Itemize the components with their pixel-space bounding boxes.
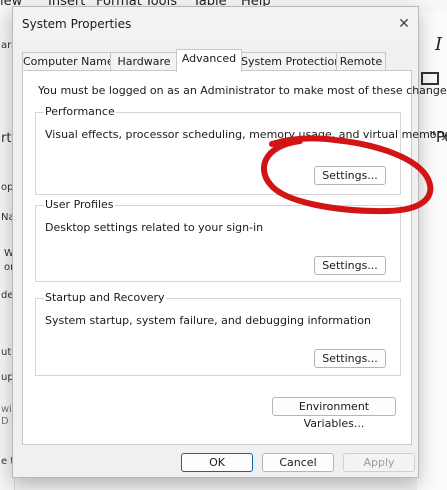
admin-note: You must be logged on as an Administrato…: [38, 84, 447, 97]
performance-group: Performance Visual effects, processor sc…: [35, 105, 447, 195]
italic-button[interactable]: I: [435, 34, 442, 55]
apply-button[interactable]: Apply: [343, 453, 415, 472]
startup-recovery-title: Startup and Recovery: [44, 291, 166, 304]
user-profiles-settings-button[interactable]: Settings...: [314, 256, 386, 275]
advanced-tab-panel: You must be logged on as an Administrato…: [22, 70, 447, 445]
performance-title: Performance: [44, 105, 116, 118]
startup-recovery-description: System startup, system failure, and debu…: [45, 314, 371, 327]
dialog-title: System Properties: [22, 17, 132, 31]
cancel-button[interactable]: Cancel: [262, 453, 334, 472]
environment-variables-button[interactable]: Environment Variables...: [272, 397, 396, 430]
close-icon[interactable]: ✕: [394, 15, 414, 33]
dialog-titlebar[interactable]: System Properties ✕: [13, 7, 418, 39]
user-profiles-group: User Profiles Desktop settings related t…: [35, 198, 401, 282]
left-snippet: D: [1, 416, 9, 427]
performance-settings-button[interactable]: Settings...: [314, 166, 386, 185]
tab-computer-name[interactable]: Computer Name: [22, 52, 114, 71]
tab-advanced[interactable]: Advanced: [176, 49, 242, 72]
tab-remote[interactable]: Remote: [336, 52, 386, 71]
system-properties-dialog: System Properties ✕ Computer Name Hardwa…: [12, 6, 447, 478]
startup-recovery-settings-button[interactable]: Settings...: [314, 349, 386, 368]
performance-description: Visual effects, processor scheduling, me…: [45, 128, 447, 141]
startup-recovery-group: Startup and Recovery System startup, sys…: [35, 291, 401, 376]
tab-strip: Computer Name Hardware Advanced System P…: [22, 49, 402, 72]
user-profiles-title: User Profiles: [44, 198, 115, 211]
ok-button[interactable]: OK: [181, 453, 253, 472]
tab-system-protection[interactable]: System Protection: [240, 52, 341, 71]
tab-hardware[interactable]: Hardware: [110, 52, 178, 71]
user-profiles-description: Desktop settings related to your sign-in: [45, 221, 264, 234]
